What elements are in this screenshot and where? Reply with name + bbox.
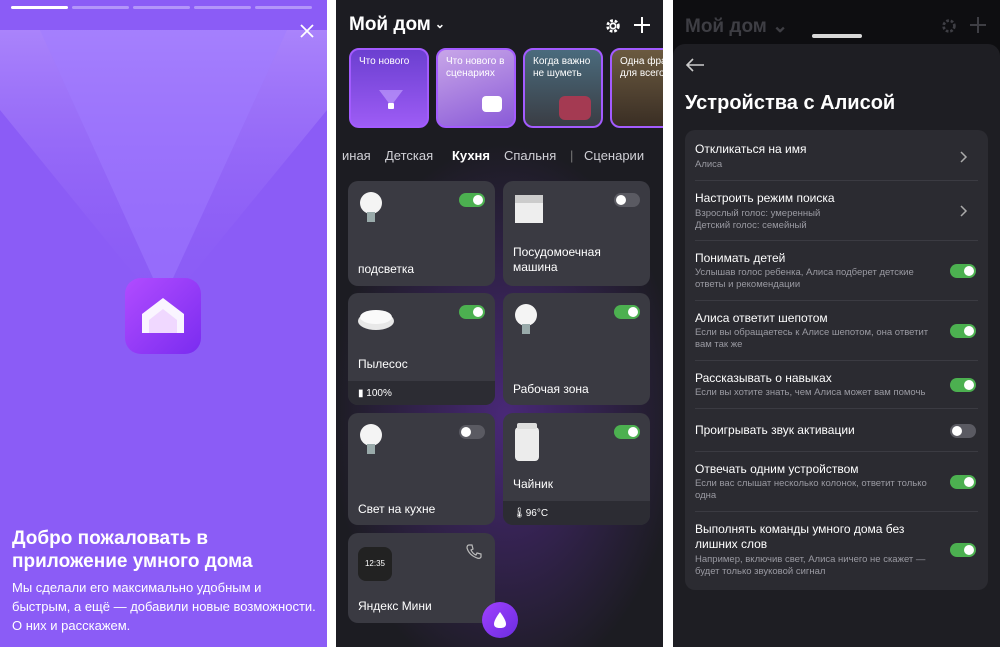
device-toggle[interactable] xyxy=(459,425,485,439)
bulb-icon xyxy=(515,304,537,334)
chevron-right-icon xyxy=(960,205,968,217)
tab-room[interactable]: иная xyxy=(342,148,371,163)
settings-row: Выполнять команды умного дома без лишних… xyxy=(695,512,978,590)
tab-bedroom[interactable]: Спальня xyxy=(504,148,556,163)
alice-devices-screen: Мой дом ⌄ Устройства с Алисой Откликатьс… xyxy=(673,0,1000,647)
chevron-right-icon xyxy=(960,151,968,163)
story-card[interactable]: Что нового xyxy=(349,48,429,128)
temperature-status: 🌡96°C xyxy=(513,508,549,519)
activation-sound-toggle[interactable] xyxy=(950,424,976,438)
gear-icon[interactable] xyxy=(604,17,622,35)
smart-home-app-icon xyxy=(125,278,201,354)
device-toggle[interactable] xyxy=(459,193,485,207)
settings-row: Понимать детей Услышав голос ребенка, Ал… xyxy=(695,241,978,301)
settings-row: Проигрывать звук активации xyxy=(695,409,978,452)
story-card[interactable]: Что нового в сценариях xyxy=(436,48,516,128)
whisper-toggle[interactable] xyxy=(950,324,976,338)
settings-row: Рассказывать о навыках Если вы хотите зн… xyxy=(695,361,978,409)
dim-home-title: Мой дом xyxy=(685,16,767,37)
home-screen: Мой дом ⌄ Что нового Что нового в сценари… xyxy=(336,0,663,647)
children-toggle[interactable] xyxy=(950,264,976,278)
tab-scenarios[interactable]: Сценарии xyxy=(584,148,644,163)
tab-kitchen[interactable]: Кухня xyxy=(452,148,490,163)
welcome-screen: Добро пожаловать в приложение умного дом… xyxy=(0,0,327,647)
welcome-description: Мы сделали его максимально удобным и быс… xyxy=(12,580,316,633)
close-icon[interactable] xyxy=(298,22,316,40)
single-device-toggle[interactable] xyxy=(950,475,976,489)
home-title[interactable]: Мой дом ⌄ xyxy=(349,14,445,36)
bulb-icon xyxy=(360,424,382,454)
battery-status: ▮ 100% xyxy=(358,388,392,399)
welcome-title: Добро пожаловать в приложение умного дом… xyxy=(12,528,253,572)
settings-row: Отвечать одним устройством Если вас слыш… xyxy=(695,452,978,512)
settings-row[interactable]: Настроить режим поиска Взрослый голос: у… xyxy=(695,181,978,241)
device-card[interactable]: Пылесос ▮ 100% xyxy=(348,293,495,405)
back-arrow-icon[interactable] xyxy=(685,58,705,72)
chevron-down-icon: ⌄ xyxy=(434,17,445,31)
battery-icon: ▮ xyxy=(358,388,364,399)
phone-call-icon[interactable] xyxy=(465,543,483,561)
thermometer-icon: 🌡 xyxy=(513,508,526,519)
kettle-icon xyxy=(515,423,539,461)
device-toggle[interactable] xyxy=(614,425,640,439)
tab-divider: | xyxy=(570,148,574,163)
settings-list: Откликаться на имя Алиса Настроить режим… xyxy=(685,130,988,590)
dishwasher-icon xyxy=(515,195,543,223)
tab-room[interactable]: Детская xyxy=(385,148,433,163)
sheet-handle[interactable] xyxy=(812,34,862,38)
add-icon xyxy=(970,17,986,33)
device-card[interactable]: Рабочая зона xyxy=(503,293,650,405)
settings-row[interactable]: Откликаться на имя Алиса xyxy=(695,130,978,181)
story-card[interactable]: Когда важно не шуметь xyxy=(523,48,603,128)
page-title: Устройства с Алисой xyxy=(685,92,896,114)
gear-icon xyxy=(942,19,956,33)
add-icon[interactable] xyxy=(633,16,651,34)
story-progress xyxy=(11,6,312,9)
speaker-icon: 12:35 xyxy=(358,547,392,581)
skills-toggle[interactable] xyxy=(950,378,976,392)
device-card[interactable]: Посудомоечная машина xyxy=(503,181,650,286)
device-card[interactable]: Чайник 🌡96°C xyxy=(503,413,650,525)
silent-commands-toggle[interactable] xyxy=(950,543,976,557)
vacuum-icon xyxy=(358,310,394,330)
settings-row: Алиса ответит шепотом Если вы обращаетес… xyxy=(695,301,978,361)
device-toggle[interactable] xyxy=(459,305,485,319)
bulb-icon xyxy=(360,192,382,222)
story-card[interactable]: Одна фраза для всего xyxy=(610,48,663,128)
device-card[interactable]: Свет на кухне xyxy=(348,413,495,525)
alice-button[interactable] xyxy=(482,602,518,638)
device-card[interactable]: подсветка xyxy=(348,181,495,286)
device-toggle[interactable] xyxy=(614,193,640,207)
device-card[interactable]: 12:35 Яндекс Мини xyxy=(348,533,495,623)
device-toggle[interactable] xyxy=(614,305,640,319)
